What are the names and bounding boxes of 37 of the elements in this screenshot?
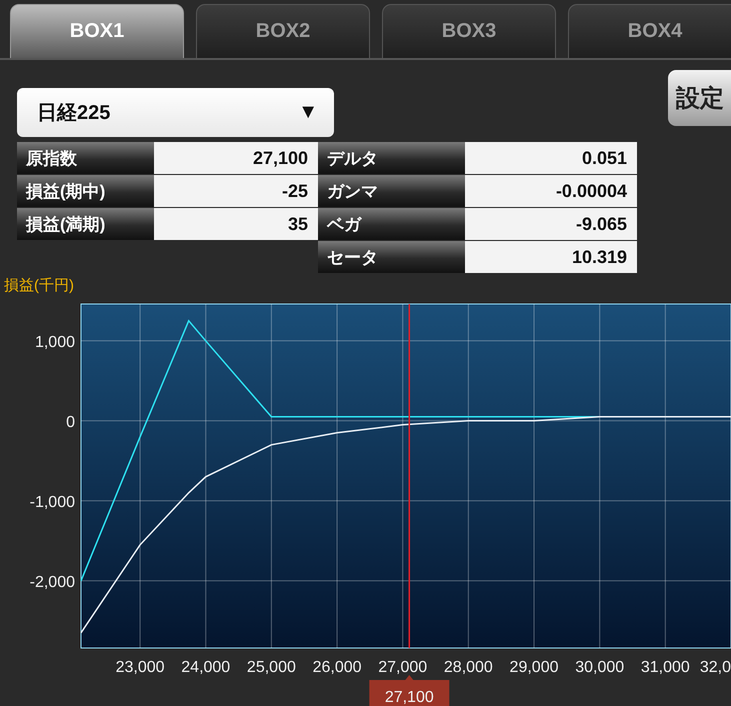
y-tick-label: -1,000	[30, 494, 75, 511]
x-tick-label: 27,000	[378, 659, 428, 676]
settings-button[interactable]: 設定	[668, 70, 731, 126]
y-tick-label: 0	[66, 414, 75, 431]
x-tick-label: 29,000	[510, 659, 558, 676]
x-tick-label: 23,000	[116, 659, 165, 676]
tab[interactable]: BOX4	[568, 4, 731, 58]
y-tick-label: 1,000	[34, 334, 75, 351]
row-value: -25	[154, 175, 318, 207]
x-tick-label: 25,000	[246, 659, 296, 676]
row-value: 35	[154, 208, 318, 240]
x-tick-label: 30,000	[575, 659, 624, 676]
row-label: 損益(期中)	[17, 175, 154, 207]
greek-label: ベガ	[318, 208, 465, 240]
x-tick-label: 24,000	[181, 659, 230, 676]
tab[interactable]: BOX1	[10, 4, 184, 58]
x-tick-label: 31,000	[640, 659, 690, 676]
greek-label: ガンマ	[318, 175, 465, 207]
x-tick-label: 26,000	[312, 659, 362, 676]
greek-value: 10.319	[465, 241, 637, 273]
row-label: 損益(満期)	[17, 208, 154, 240]
y-tick-label: -2,000	[30, 574, 75, 591]
row-label: 原指数	[17, 142, 154, 174]
greek-label: デルタ	[318, 142, 465, 174]
ref-line-label: 27,100	[384, 689, 434, 706]
underlying-dropdown[interactable]: 日経225 ▼	[17, 88, 334, 137]
greek-value: -9.065	[465, 208, 637, 240]
greek-value: -0.00004	[465, 175, 637, 207]
tab[interactable]: BOX3	[382, 4, 556, 58]
x-tick-label: 32,0	[700, 659, 731, 676]
axis-title: 損益(千円)	[4, 276, 74, 294]
greek-value: 0.051	[465, 142, 637, 174]
row-value: 27,100	[154, 142, 318, 174]
tab[interactable]: BOX2	[196, 4, 370, 58]
greek-label: セータ	[318, 241, 465, 273]
price-marker-label: 27,100	[369, 675, 450, 706]
x-tick-label: 28,000	[444, 659, 493, 676]
